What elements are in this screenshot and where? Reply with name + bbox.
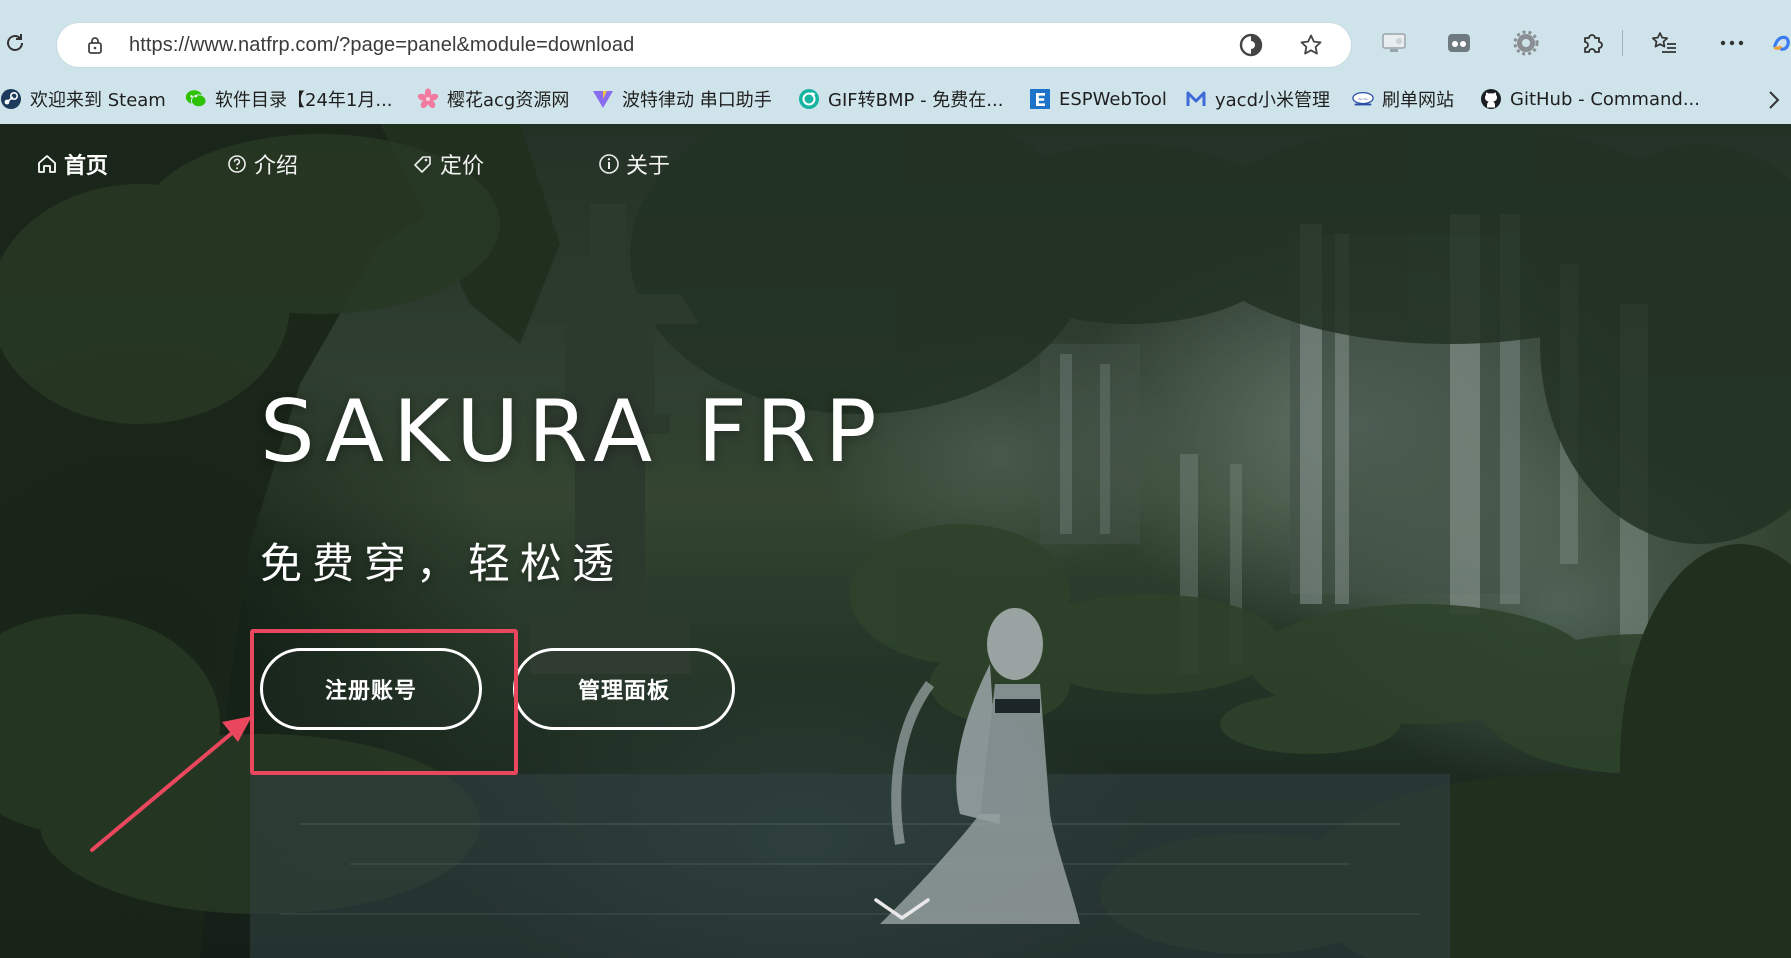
bookmark-label: 欢迎来到 Steam	[30, 90, 166, 111]
bookmark-serial-assistant[interactable]: 波特律动 串口助手	[592, 84, 772, 114]
nav-home[interactable]: 首页	[36, 148, 108, 180]
bookmark-label: 刷单网站	[1382, 90, 1454, 111]
bookmark-gif-bmp[interactable]: GIF转BMP - 免费在...	[798, 84, 1003, 114]
bookmark-software-dir[interactable]: 软件目录【24年1月...	[185, 84, 393, 114]
admin-panel-button[interactable]: 管理面板	[513, 648, 735, 730]
hero-title: SAKURA FRP	[260, 382, 886, 482]
esp-icon	[1029, 88, 1051, 110]
bookmark-order-site[interactable]: ~~ 刷单网站	[1352, 84, 1454, 114]
github-icon	[1480, 88, 1502, 110]
annotation-highlight-box	[250, 629, 518, 775]
nav-label: 介绍	[254, 154, 299, 179]
bookmark-github[interactable]: GitHub - Command...	[1480, 84, 1700, 114]
nav-label: 定价	[440, 154, 485, 179]
favorites-list-icon[interactable]	[1648, 28, 1680, 58]
bookmark-label: yacd小米管理	[1215, 90, 1331, 111]
reading-mode-icon[interactable]	[1443, 28, 1475, 58]
svg-text:~~: ~~	[1358, 95, 1369, 103]
bookmark-steam[interactable]: 欢迎来到 Steam	[0, 84, 166, 114]
sakura-icon	[417, 88, 439, 110]
url-text[interactable]: https://www.natfrp.com/?page=panel&modul…	[129, 34, 634, 57]
nav-about[interactable]: 关于	[598, 148, 670, 180]
bookmark-yacd[interactable]: yacd小米管理	[1185, 84, 1330, 114]
hero-subtitle: 免费穿，轻松透	[260, 539, 625, 588]
help-circle-icon	[226, 153, 248, 175]
nav-intro[interactable]: 介绍	[226, 148, 298, 180]
extension-gear-icon[interactable]	[1510, 28, 1542, 58]
nav-label: 关于	[626, 154, 671, 179]
translate-icon[interactable]	[1237, 31, 1265, 59]
page-viewport: 首页 介绍 定价 关于 SAKURA FRP 免费穿，轻松透 注册账号 管理面板	[0, 124, 1791, 958]
bookmark-sakura-acg[interactable]: 樱花acg资源网	[417, 84, 569, 114]
bookmark-label: GIF转BMP - 免费在...	[828, 90, 1004, 111]
bookmark-label: 软件目录【24年1月...	[215, 90, 393, 111]
bookmark-label: 波特律动 串口助手	[622, 90, 772, 111]
favorite-star-icon[interactable]	[1297, 31, 1325, 59]
extensions-puzzle-icon[interactable]	[1576, 28, 1608, 58]
nav-pricing[interactable]: 定价	[412, 148, 484, 180]
address-bar[interactable]: https://www.natfrp.com/?page=panel&modul…	[57, 23, 1351, 67]
bookmark-label: GitHub - Command...	[1510, 88, 1700, 110]
tab-strip: ​	[0, 0, 1791, 14]
screen-cast-icon[interactable]	[1378, 28, 1410, 58]
scroll-down-chevron-icon[interactable]	[872, 894, 932, 926]
site-icon: ~~	[1352, 88, 1374, 110]
bookmarks-overflow-chevron-icon[interactable]	[1767, 90, 1785, 110]
nav-label: 首页	[64, 154, 109, 179]
bookmarks-bar: 欢迎来到 Steam 软件目录【24年1月... 樱花acg资源网 波特律动 串…	[0, 74, 1791, 124]
vite-icon	[592, 88, 614, 110]
info-icon	[598, 153, 620, 175]
browser-toolbar: https://www.natfrp.com/?page=panel&modul…	[0, 14, 1791, 74]
wechat-icon	[185, 88, 207, 110]
bookmark-label: ESPWebTool	[1059, 88, 1167, 110]
yacd-icon	[1185, 88, 1207, 110]
bookmark-espwebtool[interactable]: ESPWebTool	[1029, 84, 1167, 114]
lock-icon[interactable]	[85, 35, 105, 55]
toolbar-separator	[1622, 30, 1623, 56]
bookmark-label: 樱花acg资源网	[447, 90, 570, 111]
home-icon	[36, 153, 58, 175]
convert-icon	[798, 88, 820, 110]
reload-icon[interactable]	[0, 28, 30, 58]
more-menu-icon[interactable]	[1716, 28, 1748, 58]
steam-icon	[0, 88, 22, 110]
copilot-icon[interactable]	[1772, 28, 1791, 58]
tag-icon	[412, 153, 434, 175]
